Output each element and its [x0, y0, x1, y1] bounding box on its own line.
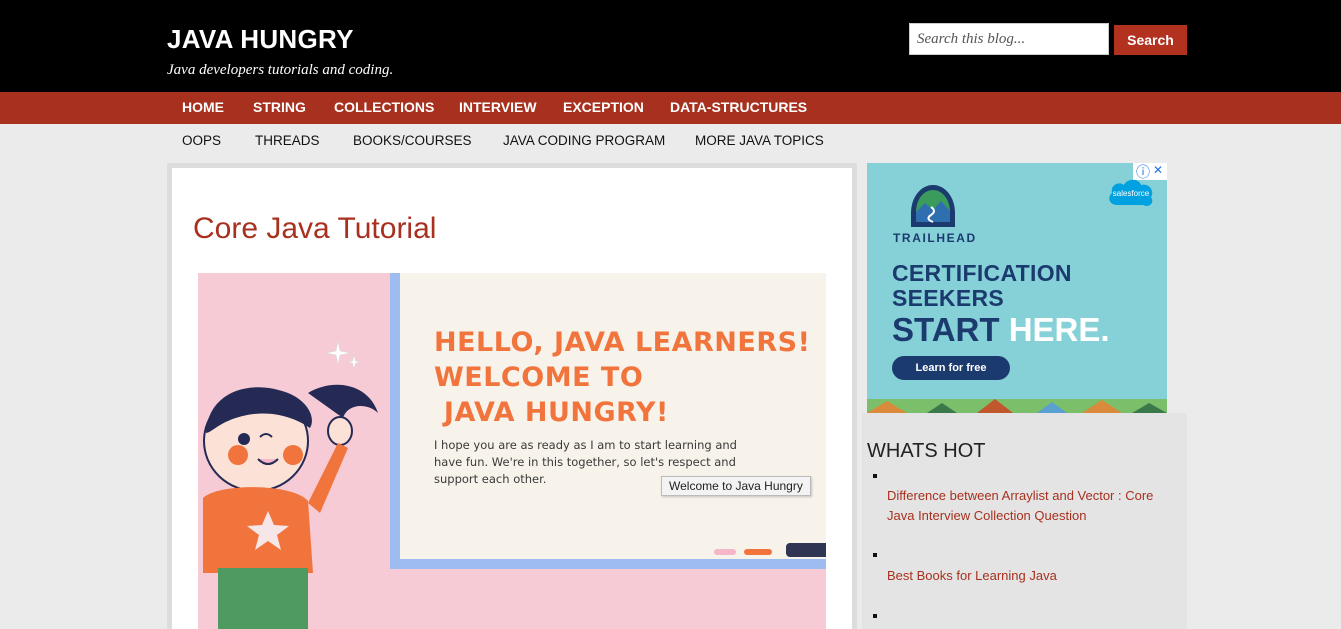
search-button[interactable]: Search [1114, 25, 1187, 55]
hero-headline: HELLO, JAVA LEARNERS! WELCOME TO JAVA HU… [434, 325, 810, 430]
hero-paragraph-line-2: have fun. We're in this together, so let… [434, 455, 736, 469]
ad-headline-line-1: CERTIFICATION [892, 260, 1072, 286]
post-title[interactable]: Core Java Tutorial [193, 212, 436, 246]
hero-paragraph-line-1: I hope you are as ready as I am to start… [434, 438, 737, 452]
site-header: JAVA HUNGRY Java developers tutorials an… [0, 0, 1341, 92]
subnav-item-oops[interactable]: OOPS [182, 124, 221, 158]
whats-hot-title: WHATS HOT [867, 440, 986, 462]
nav-item-data-structures[interactable]: DATA-STRUCTURES [670, 92, 807, 124]
site-description: Java developers tutorials and coding. [167, 62, 394, 78]
subnav-item-threads[interactable]: THREADS [255, 124, 320, 158]
nav-item-exception[interactable]: EXCEPTION [563, 92, 644, 124]
nav-item-interview[interactable]: INTERVIEW [459, 92, 537, 124]
svg-text:salesforce: salesforce [1113, 189, 1150, 198]
salesforce-cloud-icon: salesforce [1109, 179, 1153, 206]
hot-link-arraylist-vector[interactable]: Difference between Arraylist and Vector … [887, 486, 1167, 526]
hero-headline-line-3: JAVA HUNGRY! [434, 397, 669, 428]
board-eraser [786, 543, 826, 557]
nav-item-collections[interactable]: COLLECTIONS [334, 92, 434, 124]
ad-brand: TRAILHEAD [893, 231, 977, 245]
ad-start-word: START [892, 311, 1000, 348]
ad-learn-button[interactable]: Learn for free [892, 356, 1010, 380]
hero-tooltip: Welcome to Java Hungry [661, 476, 811, 496]
pink-marker [714, 549, 736, 555]
nav-item-home[interactable]: HOME [182, 92, 224, 124]
girl-illustration [203, 384, 378, 629]
ad-headline: CERTIFICATION SEEKERS [892, 261, 1072, 311]
nav-item-string[interactable]: STRING [253, 92, 306, 124]
subnav-item-java-coding-program[interactable]: JAVA CODING PROGRAM [503, 124, 665, 158]
trailhead-logo-icon [911, 185, 955, 227]
sparkle-icon [326, 340, 362, 370]
ad-landscape [867, 399, 1167, 413]
subnav-item-books-courses[interactable]: BOOKS/COURSES [353, 124, 472, 158]
secondary-nav: OOPS THREADS BOOKS/COURSES JAVA CODING P… [0, 124, 1341, 158]
hot-link-best-books[interactable]: Best Books for Learning Java [887, 566, 1167, 586]
site-title[interactable]: JAVA HUNGRY [167, 24, 354, 55]
hero-headline-line-1: HELLO, JAVA LEARNERS! [434, 327, 811, 358]
ad-start-here: START HERE. [892, 311, 1110, 349]
list-bullet [873, 614, 877, 618]
hero-image: HELLO, JAVA LEARNERS! WELCOME TO JAVA HU… [198, 273, 826, 629]
trailhead-ad[interactable]: ⓘ ✕ TRAILHEAD salesforce CERTIFICATION S… [867, 163, 1167, 413]
primary-nav: HOME STRING COLLECTIONS INTERVIEW EXCEPT… [0, 92, 1341, 124]
list-bullet [873, 553, 877, 557]
subnav-item-more-java-topics[interactable]: MORE JAVA TOPICS [695, 124, 824, 158]
list-bullet [873, 474, 877, 478]
ad-here-word: HERE. [1008, 311, 1110, 348]
orange-marker [744, 549, 772, 555]
hero-headline-line-2: WELCOME TO [434, 362, 644, 393]
search-input[interactable]: Search this blog... [909, 23, 1109, 55]
ad-headline-line-2: SEEKERS [892, 285, 1005, 311]
